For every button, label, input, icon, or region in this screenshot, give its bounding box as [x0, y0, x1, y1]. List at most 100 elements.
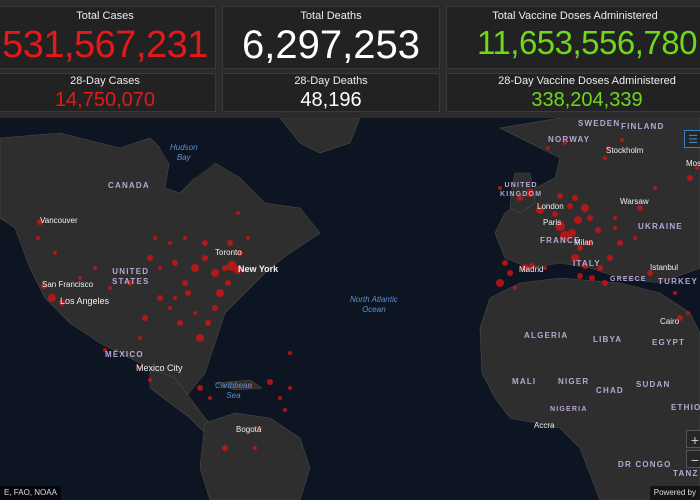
label-tanzania: TANZ	[673, 469, 699, 478]
case-dot[interactable]	[633, 236, 637, 240]
label-turkey: TURKEY	[658, 277, 699, 286]
case-dot[interactable]	[288, 386, 292, 390]
case-dot[interactable]	[574, 216, 582, 224]
total-vaccines-panel: Total Vaccine Doses Administered 11,653,…	[446, 6, 700, 69]
case-dot[interactable]	[197, 385, 203, 391]
case-dot[interactable]	[191, 264, 199, 272]
case-dot[interactable]	[196, 334, 204, 342]
case-dot[interactable]	[595, 227, 601, 233]
case-dot[interactable]	[546, 146, 550, 150]
case-dot[interactable]	[158, 266, 162, 270]
case-dot[interactable]	[283, 408, 287, 412]
case-dot[interactable]	[193, 311, 197, 315]
case-dot[interactable]	[557, 193, 563, 199]
case-dot[interactable]	[552, 211, 558, 217]
label-norway: NORWAY	[548, 135, 591, 144]
label-canada: CANADA	[108, 181, 150, 190]
label-greece: GREECE	[610, 276, 647, 283]
case-dot[interactable]	[225, 280, 231, 286]
case-dot[interactable]	[607, 255, 613, 261]
total-deaths-value: 6,297,253	[242, 23, 420, 67]
case-dot[interactable]	[142, 315, 148, 321]
case-dot[interactable]	[278, 396, 282, 400]
label-sweden: SWEDEN	[578, 119, 621, 128]
deaths-28-panel: 28-Day Deaths 48,196	[222, 73, 440, 112]
city-warsaw: Warsaw	[620, 197, 649, 206]
case-dot[interactable]	[202, 240, 208, 246]
case-dot[interactable]	[236, 211, 240, 215]
case-dot[interactable]	[212, 305, 218, 311]
case-dot[interactable]	[613, 226, 617, 230]
label-libya: LIBYA	[593, 335, 623, 344]
case-dot[interactable]	[202, 255, 208, 261]
case-dot[interactable]	[182, 280, 188, 286]
label-united-kingdom: UNITED KINGDOM	[500, 182, 543, 198]
case-dot[interactable]	[572, 195, 578, 201]
case-dot[interactable]	[617, 240, 623, 246]
case-dot[interactable]	[673, 291, 677, 295]
case-dot[interactable]	[168, 241, 172, 245]
case-dot[interactable]	[602, 280, 608, 286]
powered-by-text[interactable]: Powered by	[649, 486, 700, 500]
case-dot[interactable]	[177, 320, 183, 326]
zoom-in-button[interactable]: +	[686, 430, 700, 448]
case-dot[interactable]	[513, 286, 517, 290]
case-dot[interactable]	[589, 275, 595, 281]
label-sudan: SUDAN	[636, 380, 671, 389]
case-dot[interactable]	[205, 320, 211, 326]
city-bogota: Bogotá	[236, 425, 262, 434]
case-dot[interactable]	[53, 251, 57, 255]
case-dot[interactable]	[653, 186, 657, 190]
case-dot[interactable]	[613, 216, 617, 220]
case-dot[interactable]	[620, 138, 624, 142]
label-chad: CHAD	[596, 386, 624, 395]
case-dot[interactable]	[686, 311, 690, 315]
case-dot[interactable]	[138, 336, 142, 340]
total-vaccines-value: 11,653,556,780	[477, 24, 697, 61]
case-dot[interactable]	[148, 378, 152, 382]
case-dot[interactable]	[48, 294, 56, 302]
case-dot[interactable]	[253, 446, 257, 450]
case-dot[interactable]	[496, 279, 504, 287]
case-dot[interactable]	[93, 266, 97, 270]
case-dot[interactable]	[502, 260, 508, 266]
case-dot[interactable]	[267, 379, 273, 385]
case-dot[interactable]	[246, 236, 250, 240]
case-dot[interactable]	[173, 296, 177, 300]
label-algeria: ALGERIA	[524, 331, 569, 340]
label-ethiopia: ETHIO	[671, 403, 700, 412]
world-map[interactable]: Hudson Bay North Atlantic Ocean Caribbea…	[0, 118, 700, 500]
map-attribution: E, FAO, NOAA	[0, 486, 61, 500]
total-cases-label: Total Cases	[76, 10, 134, 22]
case-dot[interactable]	[577, 273, 583, 279]
case-dot[interactable]	[581, 204, 589, 212]
case-dot[interactable]	[157, 295, 163, 301]
city-stockholm: Stockholm	[606, 146, 644, 155]
case-dot[interactable]	[222, 445, 228, 451]
case-dot[interactable]	[208, 396, 212, 400]
label-mexico: MÉXICO	[105, 350, 144, 359]
case-dot[interactable]	[603, 156, 607, 160]
case-dot[interactable]	[36, 236, 40, 240]
case-dot[interactable]	[183, 236, 187, 240]
case-dot[interactable]	[227, 240, 233, 246]
stats-header: Total Cases 531,567,231 Total Deaths 6,2…	[0, 0, 700, 118]
case-dot[interactable]	[172, 260, 178, 266]
case-dot[interactable]	[543, 266, 547, 270]
case-dot[interactable]	[507, 270, 513, 276]
case-dot[interactable]	[168, 306, 172, 310]
case-dot[interactable]	[687, 175, 693, 181]
total-vaccines-label: Total Vaccine Doses Administered	[492, 10, 658, 22]
city-madrid: Madrid	[519, 265, 544, 274]
case-dot[interactable]	[153, 236, 157, 240]
case-dot[interactable]	[587, 215, 593, 221]
case-dot[interactable]	[185, 290, 191, 296]
case-dot[interactable]	[288, 351, 292, 355]
zoom-out-button[interactable]: −	[686, 450, 700, 468]
case-dot[interactable]	[216, 289, 224, 297]
case-dot[interactable]	[211, 269, 219, 277]
city-toronto: Toronto	[215, 248, 242, 257]
list-icon[interactable]: ☰	[684, 130, 700, 148]
case-dot[interactable]	[147, 255, 153, 261]
case-dot[interactable]	[567, 203, 573, 209]
